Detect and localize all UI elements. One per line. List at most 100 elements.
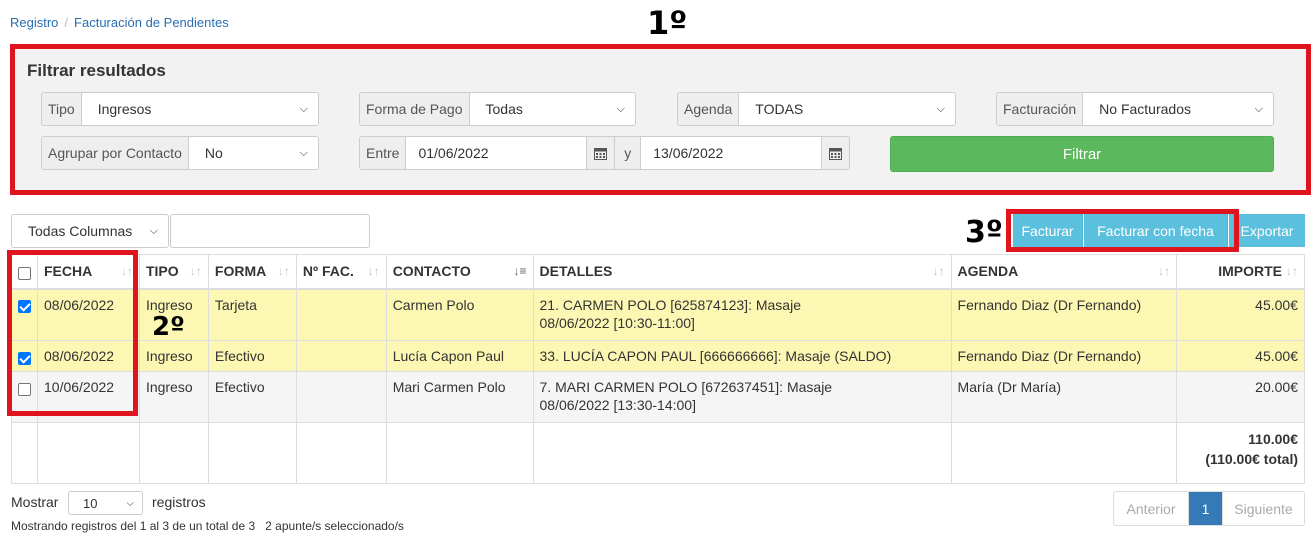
cell-forma: Efectivo [207,371,297,423]
chevron-down-icon: ⌵ [616,102,625,115]
cell-detalles: 33. LUCÍA CAPON PAUL [666666666]: Masaje… [532,340,952,372]
breadcrumb-current[interactable]: Facturación de Pendientes [74,15,229,30]
filter-title: Filtrar resultados [27,61,166,80]
annotation-box-actions [1006,209,1239,252]
sort-icon: ↓↑ [367,264,380,278]
agenda-value: TODAS [755,101,804,117]
cell-contacto: Lucía Capon Paul [385,340,534,372]
cell-contacto: Mari Carmen Polo [385,371,534,423]
chevron-down-icon: ⌵ [1254,102,1263,115]
sort-icon: ↓↑ [1158,264,1171,278]
table-row[interactable]: 08/06/2022 Ingreso Efectivo Lucía Capon … [11,340,1305,372]
annotation-step-1: 1º [647,4,688,42]
cell-agenda: Fernando Diaz (Dr Fernando) [950,340,1178,372]
tipo-value: Ingresos [97,101,152,117]
total-overall: (110.00€ total) [1205,451,1298,467]
filter-button[interactable]: Filtrar [890,136,1274,172]
cell-detalles: 21. CARMEN POLO [625874123]: Masaje 08/06… [532,288,952,341]
detalles-line: 08/06/2022 [10:30-11:00] [539,314,695,331]
chevron-down-icon: ⌵ [936,102,945,115]
cell-forma: Tarjeta [207,288,297,341]
cell-tipo: Ingreso [138,371,209,423]
cell-nfac [295,371,387,423]
breadcrumb-separator: / [64,15,69,30]
chevron-down-icon: ⌵ [299,102,308,115]
cell-nfac [295,288,387,341]
agrupar-label: Agrupar por Contacto [42,137,189,169]
column-header-importe[interactable]: IMPORTE ↓↑ [1176,254,1305,290]
entre-label: Entre [360,137,407,169]
cell-agenda: Fernando Diaz (Dr Fernando) [950,288,1178,341]
page-length-label: Mostrar [11,494,59,510]
agenda-select[interactable]: Agenda TODAS ⌵ [677,92,956,126]
sort-ascending-icon: ↓≡ [513,264,527,278]
page-length-select[interactable]: 10 ⌵ [68,491,143,515]
cell-contacto: Carmen Polo [385,288,534,341]
tipo-label: Tipo [42,93,82,125]
cell-importe: 20.00€ [1176,371,1305,423]
column-header-agenda[interactable]: AGENDA ↓↑ [950,254,1178,290]
forma-pago-label: Forma de Pago [360,93,470,125]
column-header-forma[interactable]: FORMA ↓↑ [207,254,297,290]
pagination-page-1[interactable]: 1 [1189,492,1222,525]
annotation-box-checkboxes [7,250,138,416]
page-length-value: 10 [83,495,98,511]
pagination-next[interactable]: Siguiente [1222,492,1304,525]
registros-label: registros [152,494,206,510]
table-search-input[interactable] [170,214,370,248]
column-select[interactable]: Todas Columnas ⌵ [11,214,169,248]
pagination: Anterior 1 Siguiente [1113,491,1305,526]
cell-tipo: Ingreso [138,340,209,372]
calendar-icon[interactable] [821,137,849,169]
tipo-select[interactable]: Tipo Ingresos ⌵ [41,92,319,126]
chevron-down-icon: ⌵ [126,497,134,509]
column-header-tipo[interactable]: TIPO ↓↑ [138,254,209,290]
agrupar-value: No [204,145,223,161]
annotation-step-2: 2º [152,312,185,342]
table-total-row: 110.00€ (110.00€ total) [11,422,1305,484]
table-info: Mostrando registros del 1 al 3 de un tot… [11,519,404,533]
sort-icon: ↓↑ [1286,264,1298,278]
facturacion-label: Facturación [997,93,1084,125]
calendar-icon[interactable] [586,137,615,169]
cell-agenda: María (Dr María) [950,371,1178,423]
column-header-detalles[interactable]: DETALLES ↓↑ [532,254,952,290]
facturacion-select[interactable]: Facturación No Facturados ⌵ [996,92,1274,126]
pagination-prev[interactable]: Anterior [1114,492,1189,525]
cell-importe: 45.00€ [1176,340,1305,372]
agrupar-select[interactable]: Agrupar por Contacto No ⌵ [41,136,319,170]
annotation-step-3: 3º [965,215,1003,250]
chevron-down-icon: ⌵ [149,224,158,237]
total-amount: 110.00€ [1248,431,1298,447]
total-cell: 110.00€ (110.00€ total) [1176,422,1305,484]
sort-icon: ↓↑ [932,264,945,278]
cell-detalles: 7. MARI CARMEN POLO [672637451]: Masaje 0… [532,371,952,423]
cell-importe: 45.00€ [1176,288,1305,341]
exportar-button[interactable]: Exportar [1229,214,1305,247]
column-header-nfac[interactable]: Nº FAC. ↓↑ [295,254,387,290]
date-from-input[interactable]: 01/06/2022 [406,137,586,169]
cell-forma: Efectivo [207,340,297,372]
breadcrumb: Registro / Facturación de Pendientes [10,15,229,30]
detalles-line: 08/06/2022 [13:30-14:00] [539,397,696,413]
column-select-value: Todas Columnas [28,223,133,239]
records-info: Mostrando registros del 1 al 3 de un tot… [11,519,256,533]
and-label: y [614,137,642,169]
table-row[interactable]: 10/06/2022 Ingreso Efectivo Mari Carmen … [11,371,1305,423]
column-header-contacto[interactable]: CONTACTO ↓≡ [385,254,534,290]
sort-icon: ↓↑ [189,264,202,278]
breadcrumb-home-link[interactable]: Registro [10,15,58,30]
agenda-label: Agenda [678,93,740,125]
selected-info: 2 apunte/s seleccionado/s [265,519,404,533]
forma-pago-select[interactable]: Forma de Pago Todas ⌵ [359,92,636,126]
table-header-row: FECHA ↓↑ TIPO ↓↑ FORMA ↓↑ Nº FAC. ↓↑ CONTACT… [11,254,1305,290]
chevron-down-icon: ⌵ [299,146,308,159]
detalles-line: 7. MARI CARMEN POLO [672637451]: Masaje [539,379,833,395]
billing-table: FECHA ↓↑ TIPO ↓↑ FORMA ↓↑ Nº FAC. ↓↑ CONTACT… [11,254,1305,484]
table-row[interactable]: 08/06/2022 Ingreso Tarjeta Carmen Polo 2… [11,288,1305,341]
forma-pago-value: Todas [485,101,523,117]
date-to-input[interactable]: 13/06/2022 [641,137,821,169]
facturacion-value: No Facturados [1099,101,1191,117]
sort-icon: ↓↑ [277,264,290,278]
detalles-line: 21. CARMEN POLO [625874123]: Masaje [539,296,801,313]
